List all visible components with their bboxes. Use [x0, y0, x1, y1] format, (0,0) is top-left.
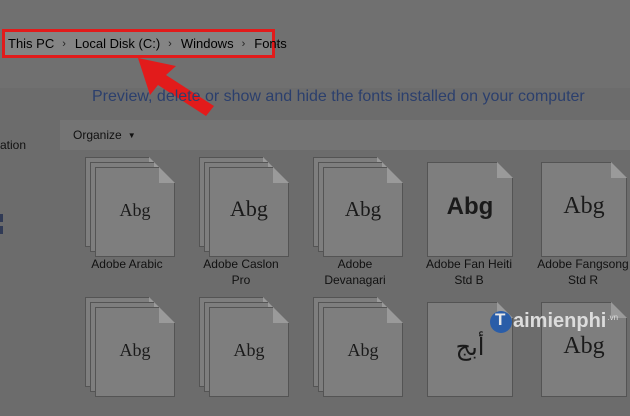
font-file-icon: Abg [323, 307, 403, 397]
breadcrumb-local-disk[interactable]: Local Disk (C:) [75, 36, 160, 51]
font-tile[interactable]: Abg [70, 290, 184, 416]
font-name: Adobe Fangsong Std R [526, 256, 630, 288]
font-name: Adobe Fan Heiti Std B [412, 256, 526, 288]
font-sample: Abg [230, 196, 268, 221]
organize-label: Organize [73, 128, 122, 142]
font-sample: Abg [446, 193, 494, 220]
nav-item-partial-marker [0, 214, 3, 222]
font-sample: Abg [347, 340, 379, 360]
taimienphi-logo-icon [490, 310, 512, 333]
nav-item-partial-marker [0, 226, 3, 234]
font-sample: Abg [563, 333, 605, 359]
font-tile-adobe-caslon-pro[interactable]: Abg Adobe Caslon Pro [184, 150, 298, 287]
watermark-text: aimienphi [513, 310, 607, 332]
font-name-line2: Std R [567, 273, 598, 287]
font-name-line1: Adobe Fangsong [537, 257, 629, 271]
font-name: Adobe Devanagari [298, 256, 412, 288]
chevron-right-icon[interactable]: › [168, 38, 172, 50]
font-name-line2: Std B [454, 273, 484, 287]
font-sample: Abg [233, 340, 265, 360]
font-name-line1: Adobe Caslon [203, 257, 279, 271]
font-tile-adobe-fan-heiti[interactable]: Abg Adobe Fan Heiti Std B [412, 150, 526, 287]
font-name-line1: Adobe Fan Heiti [425, 257, 513, 271]
font-tile[interactable]: أبج [412, 290, 526, 416]
font-tile-adobe-fangsong[interactable]: Abg Adobe Fangsong Std R [526, 150, 630, 287]
font-name-line2: Devanagari [324, 273, 386, 287]
font-file-icon: Abg [209, 167, 289, 257]
breadcrumb-fonts[interactable]: Fonts [254, 36, 287, 51]
organize-button[interactable]: Organize ▼ [73, 128, 136, 142]
font-name-line1: Adobe Arabic [91, 257, 163, 271]
font-sample: Abg [344, 197, 382, 221]
chevron-right-icon[interactable]: › [242, 38, 246, 50]
font-file-icon: Abg [95, 167, 175, 257]
font-file-icon: Abg [427, 162, 513, 257]
red-pointer-arrow-icon [138, 58, 214, 116]
font-tile[interactable]: Abg [298, 290, 412, 416]
font-tile-adobe-devanagari[interactable]: Abg Adobe Devanagari [298, 150, 412, 287]
breadcrumb-this-pc[interactable]: This PC [8, 36, 54, 51]
watermark: aimienphi.vn [490, 310, 618, 333]
toolbar: Organize ▼ [60, 120, 630, 150]
font-name-line1: Adobe [337, 257, 373, 271]
font-name-line2: Pro [231, 273, 251, 287]
font-file-icon: Abg [541, 162, 627, 257]
caret-down-icon: ▼ [127, 131, 136, 141]
font-file-icon: Abg [323, 167, 403, 257]
font-name: Adobe Caslon Pro [184, 256, 298, 288]
page-subtitle: Preview, delete or show and hide the fon… [92, 88, 585, 105]
chevron-right-icon[interactable]: › [62, 38, 66, 50]
font-sample: Abg [563, 193, 605, 219]
chevron-right-icon[interactable]: › [276, 37, 280, 49]
nav-item-partial[interactable]: ation [0, 138, 26, 152]
watermark-suffix: .vn [607, 313, 619, 322]
font-file-icon: Abg [209, 307, 289, 397]
navigation-pane [0, 120, 60, 348]
font-tile-adobe-arabic[interactable]: Abg Adobe Arabic [70, 150, 184, 276]
font-tile[interactable]: Abg [184, 290, 298, 416]
font-sample: Abg [119, 340, 151, 360]
font-file-icon: Abg [95, 307, 175, 397]
font-name: Adobe Arabic [70, 256, 184, 272]
font-tile[interactable]: Abg [526, 290, 630, 416]
font-sample: Abg [119, 200, 151, 220]
breadcrumb-windows[interactable]: Windows [181, 36, 234, 51]
